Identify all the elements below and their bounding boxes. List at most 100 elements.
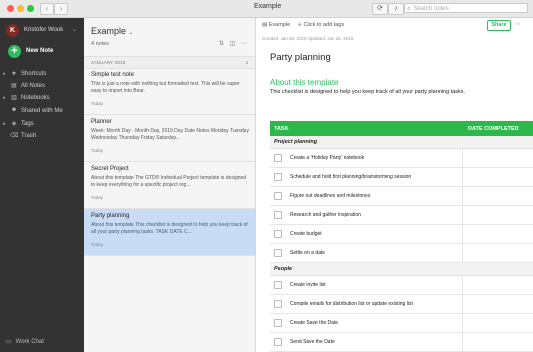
- task-checkbox[interactable]: [274, 154, 282, 162]
- sidebar-item-tags[interactable]: ▸ ◈ Tags: [0, 119, 84, 130]
- more-options-icon[interactable]: ⋯: [514, 20, 521, 28]
- tag-icon: ◈: [297, 22, 302, 28]
- note-card-planner[interactable]: Planner Week: Month Day - Month Day, 201…: [84, 115, 255, 162]
- expand-caret-icon[interactable]: ▸: [3, 71, 6, 77]
- work-chat-button[interactable]: ▭ Work Chat: [6, 338, 44, 345]
- sidebar-item-shortcuts[interactable]: ▸ ★ Shortcuts: [0, 69, 84, 80]
- sort-icon[interactable]: ⇅: [219, 41, 224, 47]
- work-chat-label: Work Chat: [15, 339, 44, 345]
- task-checkbox[interactable]: [274, 300, 282, 308]
- notebook-title-dropdown[interactable]: Example ⌄: [91, 26, 134, 36]
- star-icon: ★: [11, 71, 17, 77]
- sync-button[interactable]: ⟳: [372, 3, 388, 15]
- table-row: Figure out deadlines and milestones: [270, 187, 533, 206]
- note-snippet: This is just a note with nothing but for…: [91, 81, 240, 94]
- share-button[interactable]: Share: [487, 20, 511, 31]
- task-checkbox[interactable]: [274, 173, 282, 181]
- notebook-icon: ▤: [262, 22, 268, 28]
- maximize-window-button[interactable]: [27, 5, 34, 12]
- tag-input[interactable]: Click to add tags: [303, 22, 344, 28]
- evernote-window: ‹ › Example ⟳ ♪ ⌕ Search notes K Kristofe…: [0, 0, 533, 352]
- bell-icon: ♪: [394, 5, 398, 12]
- task-label[interactable]: Research and gather inspiration: [290, 212, 361, 218]
- new-note-button[interactable]: + New Note: [8, 45, 78, 59]
- view-options-icon[interactable]: ◫: [230, 41, 236, 47]
- task-label[interactable]: Schedule and hold first planning/brainst…: [290, 174, 411, 180]
- column-divider: [462, 168, 463, 186]
- column-header-task: TASK: [274, 126, 289, 132]
- table-row: Create a 'Holiday Party' notebook: [270, 149, 533, 168]
- table-row: Send Save the Date: [270, 333, 533, 352]
- task-label[interactable]: Settle on a date: [290, 250, 325, 256]
- note-title: Secret Project: [91, 166, 129, 172]
- expand-caret-icon[interactable]: ▸: [3, 121, 6, 127]
- note-card-simple-test-note[interactable]: Simple test note This is just a note wit…: [84, 68, 255, 115]
- notebook-selector[interactable]: Example: [269, 22, 290, 28]
- task-label[interactable]: Create budget: [290, 231, 322, 237]
- task-label[interactable]: Create Save the Date: [290, 320, 338, 326]
- people-icon: ☻: [10, 107, 18, 113]
- template-description[interactable]: This checklist is designed to help you k…: [270, 89, 465, 95]
- table-row: Compile emails for distribution list or …: [270, 295, 533, 314]
- column-divider: [462, 244, 463, 262]
- note-date: Today: [91, 101, 104, 106]
- forward-button[interactable]: ›: [54, 3, 68, 15]
- column-divider: [462, 295, 463, 313]
- sidebar-item-shared-with-me[interactable]: ☻ Shared with Me: [0, 106, 84, 117]
- task-label[interactable]: Create invite list: [290, 282, 326, 288]
- notebook-icon: ▥: [11, 95, 17, 101]
- task-label[interactable]: Figure out deadlines and milestones: [290, 193, 370, 199]
- notebook-title: Example: [91, 26, 127, 36]
- tag-icon: ◈: [11, 121, 17, 127]
- column-divider: [462, 276, 463, 294]
- note-card-party-planning[interactable]: Party planning About this template This …: [84, 209, 255, 256]
- task-checkbox[interactable]: [274, 211, 282, 219]
- note-editor: ▤ Example ◈ Click to add tags Share ⋯ Cr…: [256, 18, 533, 352]
- note-list: Example ⌄ 4 notes ⇅ ◫ ⋯ JANUARY 2019 4 S…: [84, 18, 256, 352]
- task-checkbox[interactable]: [274, 338, 282, 346]
- table-row: Settle on a date: [270, 244, 533, 263]
- sidebar-item-label: Tags: [21, 121, 34, 127]
- minimize-window-button[interactable]: [17, 5, 24, 12]
- sidebar-item-notebooks[interactable]: ▸ ▥ Notebooks: [0, 93, 84, 104]
- close-window-button[interactable]: [7, 5, 14, 12]
- sidebar-item-all-notes[interactable]: ▤ All Notes: [0, 81, 84, 92]
- new-note-label: New Note: [26, 48, 54, 54]
- table-row: Create invite list: [270, 276, 533, 295]
- chat-icon: ▭: [6, 339, 12, 345]
- task-label[interactable]: Create a 'Holiday Party' notebook: [290, 155, 364, 161]
- note-count: 4 notes: [91, 41, 110, 47]
- expand-caret-icon[interactable]: ▸: [3, 95, 6, 101]
- table-section-header: Project planning: [270, 136, 533, 149]
- task-checkbox[interactable]: [274, 281, 282, 289]
- task-table: TASK DATE COMPLETED Project planning Cre…: [270, 121, 533, 352]
- note-list-toolbar: ⇅ ◫ ⋯: [215, 40, 247, 47]
- note-date: Today: [91, 242, 104, 247]
- column-divider: [462, 333, 463, 351]
- note-date: Today: [91, 148, 104, 153]
- task-checkbox[interactable]: [274, 192, 282, 200]
- note-title: Planner: [91, 119, 112, 125]
- section-heading[interactable]: About this template: [270, 78, 338, 87]
- more-options-icon[interactable]: ⋯: [241, 41, 247, 47]
- task-checkbox[interactable]: [274, 230, 282, 238]
- notifications-button[interactable]: ♪: [388, 3, 404, 15]
- back-button[interactable]: ‹: [40, 3, 54, 15]
- table-row: Schedule and hold first planning/brainst…: [270, 168, 533, 187]
- sidebar-item-trash[interactable]: ⌫ Trash: [0, 131, 84, 142]
- chevron-down-icon: ⌄: [72, 27, 78, 33]
- task-label[interactable]: Compile emails for distribution list or …: [290, 301, 413, 307]
- note-title-field[interactable]: Party planning: [270, 52, 331, 63]
- sidebar-item-label: All Notes: [21, 83, 46, 89]
- task-checkbox[interactable]: [274, 319, 282, 327]
- note-card-secret-project[interactable]: Secret Project About this template The G…: [84, 162, 255, 209]
- plus-icon: +: [8, 45, 21, 58]
- task-checkbox[interactable]: [274, 249, 282, 257]
- table-row: Create budget: [270, 225, 533, 244]
- section-label: People: [274, 266, 293, 272]
- search-input[interactable]: ⌕ Search notes: [404, 3, 528, 13]
- table-section-header: People: [270, 263, 533, 276]
- window-title: Example: [254, 3, 282, 10]
- account-switcher[interactable]: K Kristofer Wouk ⌄: [6, 24, 82, 38]
- task-label[interactable]: Send Save the Date: [290, 339, 335, 345]
